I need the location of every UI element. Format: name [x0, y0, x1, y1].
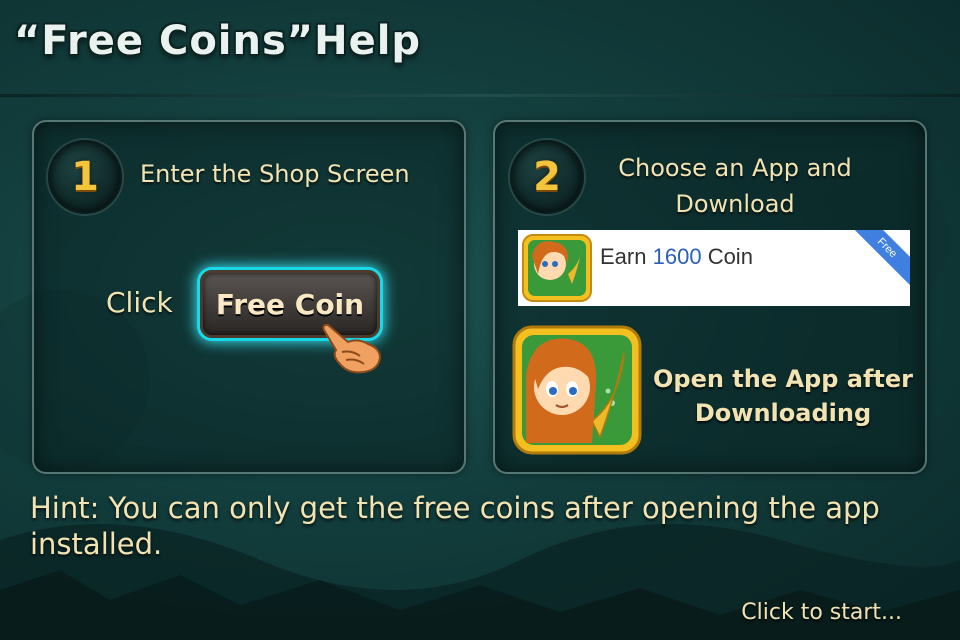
open-app-text: Open the App after Downloading [648, 362, 918, 430]
title-divider [0, 94, 960, 97]
page-title: “Free Coins”Help [14, 18, 422, 64]
ad-earn-label: Earn [600, 244, 647, 269]
free-ribbon: Free [848, 230, 910, 287]
open-app-line2: Downloading [694, 399, 872, 427]
step2-text-line1: Choose an App and [618, 154, 852, 182]
step2-number-badge: 2 [510, 140, 584, 214]
pointing-hand-icon [322, 323, 382, 374]
open-app-line1: Open the App after [652, 365, 913, 393]
mermaid-app-icon [522, 234, 592, 302]
step1-number-badge: 1 [48, 140, 122, 214]
ad-coin-unit: Coin [707, 244, 753, 269]
app-ad-banner[interactable]: Earn 1600 Coin Free [518, 230, 910, 306]
mermaid-app-large-icon[interactable] [512, 325, 642, 455]
hint-text: Hint: You can only get the free coins af… [30, 491, 880, 561]
click-label: Click [106, 286, 173, 319]
step2-text-line2: Download [675, 190, 795, 218]
ad-earn-text: Earn 1600 Coin [600, 244, 753, 270]
click-to-start-button[interactable]: Click to start... [741, 600, 902, 625]
step2-text: Choose an App and Download [600, 150, 870, 222]
ad-coin-amount: 1600 [652, 244, 702, 269]
step1-text: Enter the Shop Screen [140, 160, 410, 188]
